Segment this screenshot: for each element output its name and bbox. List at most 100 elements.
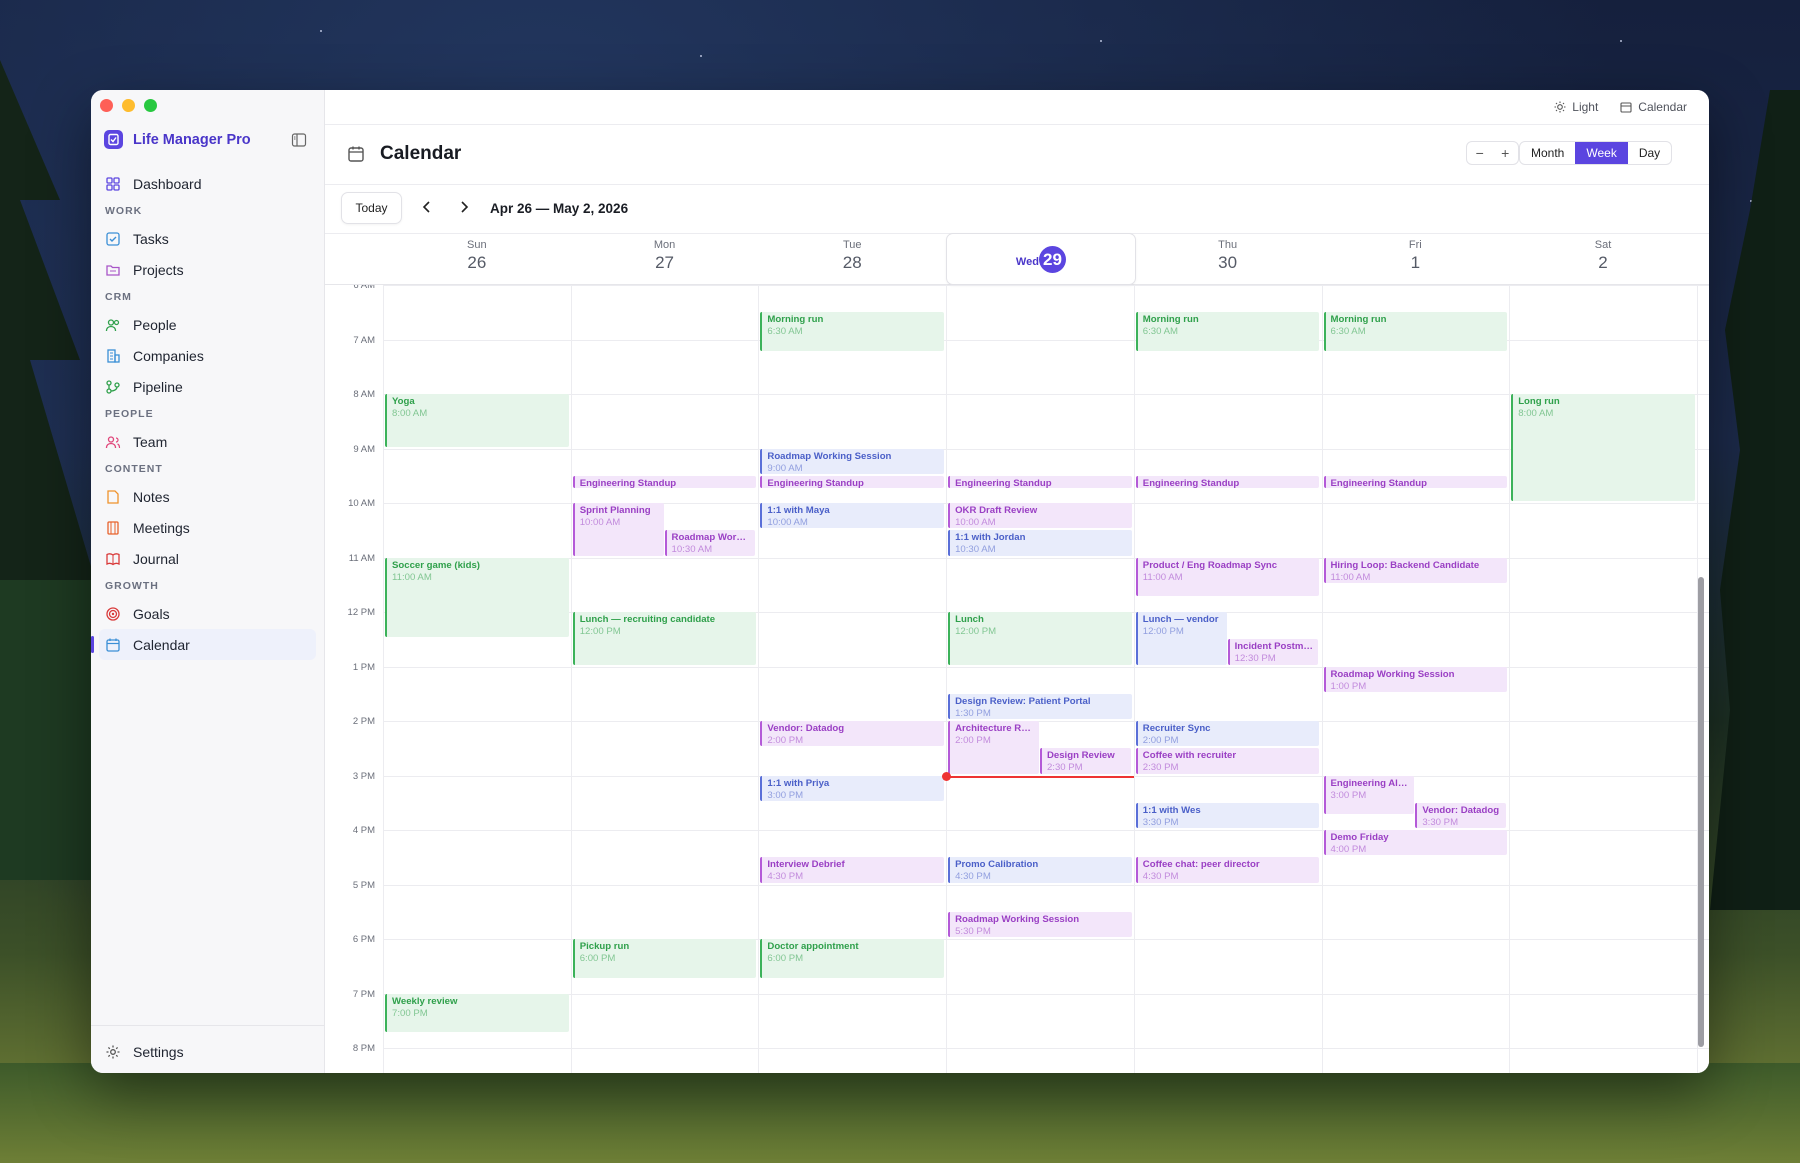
calendar-event[interactable]: Roadmap Working Session 9:00 AM [760, 448, 945, 474]
sidebar-item-calendar[interactable]: Calendar [91, 629, 316, 660]
sidebar-item-team[interactable]: Team [99, 426, 316, 457]
view-switcher: Month Week Day [1519, 141, 1673, 165]
day-header-mon[interactable]: Mon 27 [571, 233, 759, 283]
calendar-event[interactable]: Interview Debrief 4:30 PM [760, 857, 945, 883]
sidebar-toggle-icon[interactable] [291, 132, 307, 148]
calendar-event[interactable]: Long run 8:00 AM [1511, 394, 1695, 501]
calendar-event[interactable]: Morning run 6:30 AM [1323, 312, 1508, 352]
calendar-event[interactable]: Design Review: Patient Portal 1:30 PM [948, 693, 1132, 719]
calendar-event[interactable]: Lunch 12:00 PM [948, 612, 1132, 665]
view-day-button[interactable]: Day [1628, 142, 1671, 164]
sidebar-item-label: Companies [133, 347, 204, 364]
event-title: Sprint Planning [579, 505, 651, 516]
calendar-event[interactable]: Soccer game (kids) 11:00 AM [385, 557, 569, 638]
sidebar-item-companies[interactable]: Companies [99, 340, 316, 371]
calendar-event[interactable]: Pickup run 6:00 PM [572, 939, 757, 978]
calendar-event[interactable]: Roadmap Working Session 1:00 PM [1323, 666, 1508, 692]
event-time: 10:30 AM [671, 544, 713, 556]
scrollbar-thumb[interactable] [1698, 577, 1704, 1047]
calendar-event[interactable]: Lunch — recruiting candidate 12:00 PM [572, 612, 757, 665]
calendar-event[interactable]: Vendor: Datadog 2:00 PM [760, 721, 945, 747]
hour-label: 7 PM [352, 988, 375, 1000]
calendar-event[interactable]: Vendor: Datadog 3:30 PM [1415, 802, 1507, 828]
event-time: 11:00 AM [1330, 571, 1371, 583]
calendar-event[interactable]: Recruiter Sync 2:00 PM [1135, 721, 1320, 747]
calendar-event[interactable]: Lunch — vendor 12:00 PM [1135, 612, 1227, 665]
calendar-event[interactable]: Architecture Review2:00 PM [948, 721, 1039, 774]
chevron-left-icon[interactable] [419, 199, 435, 215]
minimize-window-button[interactable] [122, 99, 135, 112]
calendar-event[interactable]: Design Review 2:30 PM [1039, 748, 1131, 774]
event-title: Engineering Standup [955, 477, 1052, 488]
calendar-event[interactable]: Coffee with recruiter 2:30 PM [1135, 748, 1320, 774]
calendar-event[interactable]: Engineering Standup [760, 475, 945, 488]
sidebar-item-label: Notes [133, 488, 170, 505]
calendar-event[interactable]: Yoga 8:00 AM [385, 394, 569, 447]
sidebar-item-goals[interactable]: Goals [99, 598, 316, 629]
view-week-button[interactable]: Week [1575, 142, 1628, 164]
calendar-event[interactable]: Promo Calibration 4:30 PM [948, 857, 1132, 883]
calendar-event[interactable]: Engineering Standup [572, 475, 757, 488]
event-title: Engineering Standup [1330, 477, 1427, 488]
calendar-event[interactable]: Hiring Loop: Backend Candidate 11:00 AM [1323, 557, 1508, 583]
calendar-event[interactable]: Doctor appointment 6:00 PM [760, 939, 945, 978]
calendar-event[interactable]: 1:1 with Maya 10:00 AM [760, 503, 945, 529]
calendar-event[interactable]: Engineering Standup [1135, 475, 1320, 488]
calendar-event[interactable]: 1:1 with Wes 3:30 PM [1135, 802, 1320, 828]
event-time: 4:00 PM [1330, 844, 1367, 855]
calendar-event[interactable]: Roadmap Working Session 5:30 PM [948, 911, 1132, 937]
calendar-event[interactable]: Sprint Planning 10:00 AM [572, 503, 664, 556]
chevron-right-icon[interactable] [456, 199, 472, 215]
sidebar-item-pipeline[interactable]: Pipeline [99, 371, 316, 402]
day-header-fri[interactable]: Fri 1 [1322, 233, 1510, 283]
sidebar-item-label: Goals [133, 605, 170, 622]
today-button[interactable]: Today [341, 192, 402, 224]
calendar-event[interactable]: Morning run 6:30 AM [760, 312, 945, 352]
sidebar-item-label: Pipeline [133, 378, 183, 395]
sidebar-item-journal[interactable]: Journal [99, 543, 316, 574]
app-window: Life Manager Pro Dashboard WORK Tasks Pr… [91, 90, 1709, 1073]
calendar-event[interactable]: Engineering All-Hands3:00 PM [1323, 775, 1415, 815]
sidebar-item-meetings[interactable]: Meetings [99, 512, 316, 543]
event-time: 4:30 PM [955, 871, 991, 883]
view-month-button[interactable]: Month [1520, 142, 1575, 164]
sidebar-item-people[interactable]: People [99, 309, 316, 340]
day-header-sun[interactable]: Sun 26 [383, 233, 571, 283]
calendar-event[interactable]: 1:1 with Jordan 10:30 AM [948, 530, 1132, 556]
event-time: 2:00 PM [955, 735, 991, 746]
calendar-event[interactable]: Incident Postmortem12:30 PM [1227, 639, 1319, 665]
calendar-event[interactable]: Engineering Standup [1323, 475, 1508, 488]
day-header-tue[interactable]: Tue 28 [758, 233, 946, 283]
calendar-event[interactable]: Engineering Standup [948, 475, 1132, 488]
calendar-event[interactable]: 1:1 with Priya 3:00 PM [760, 775, 945, 801]
day-header-sat[interactable]: Sat 2 [1509, 233, 1697, 283]
calendar-scrollbar[interactable] [1697, 285, 1705, 1073]
section-label-growth: GROWTH [105, 580, 159, 592]
zoom-window-button[interactable] [144, 99, 157, 112]
day-header-wed[interactable]: Wed 29 [946, 233, 1136, 285]
sidebar-item-dashboard[interactable]: Dashboard [99, 168, 316, 199]
calendar-event[interactable]: Demo Friday 4:00 PM [1323, 830, 1508, 856]
calendar-event[interactable]: Morning run 6:30 AM [1135, 312, 1320, 352]
sidebar-item-tasks[interactable]: Tasks [99, 223, 316, 254]
sidebar-item-settings[interactable]: Settings [105, 1037, 184, 1067]
calendar-event[interactable]: Coffee chat: peer director 4:30 PM [1135, 857, 1320, 883]
event-time: 2:30 PM [1046, 762, 1083, 774]
sidebar-item-label: Dashboard [133, 175, 202, 192]
zoom-in-button[interactable]: + [1501, 145, 1509, 161]
day-header-thu[interactable]: Thu 30 [1134, 233, 1322, 283]
week-grid[interactable]: 6 AM 7 AM 8 AM 9 AM 10 AM 11 AM 12 PM 1 PM 2 PM 3… [325, 285, 1709, 1073]
calendar-event[interactable]: Weekly review 7:00 PM [385, 993, 569, 1033]
calendar-icon [348, 146, 364, 162]
sidebar-item-projects[interactable]: Projects [99, 254, 316, 285]
view-indicator[interactable]: Calendar [1620, 100, 1687, 114]
sidebar-item-notes[interactable]: Notes [99, 481, 316, 512]
theme-toggle[interactable]: Light [1554, 100, 1598, 114]
calendar-event[interactable]: Product / Eng Roadmap Sync 11:00 AM [1135, 557, 1320, 597]
calendar-event[interactable]: Roadmap Working Session10:30 AM [664, 530, 756, 556]
zoom-out-button[interactable]: − [1476, 145, 1484, 161]
close-window-button[interactable] [100, 99, 113, 112]
calendar-event[interactable]: OKR Draft Review 10:00 AM [948, 503, 1132, 529]
tree-silhouette-right [1710, 90, 1800, 910]
event-title: Engineering Standup [767, 477, 864, 488]
